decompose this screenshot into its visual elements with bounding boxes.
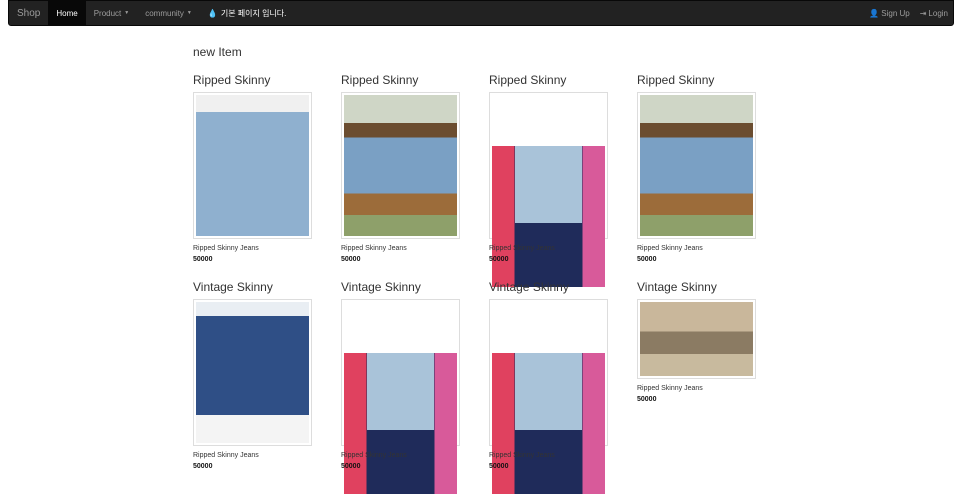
caret-down-icon: ▼	[186, 10, 192, 16]
nav-home[interactable]: Home	[48, 1, 86, 25]
nav-community-dropdown[interactable]: community ▼	[137, 1, 200, 25]
login-label: Login	[928, 8, 948, 18]
product-title[interactable]: Vintage Skinny	[193, 280, 318, 294]
nav-product-dropdown[interactable]: Product ▼	[86, 1, 138, 25]
product-name: Ripped Skinny Jeans	[341, 245, 407, 252]
product-thumbnail[interactable]	[341, 299, 460, 494]
brand-link[interactable]: Shop	[9, 1, 48, 25]
product-price: 50000	[193, 256, 213, 263]
product-card[interactable]: Vintage Skinny Ripped Skinny Jeans 50000	[193, 280, 318, 470]
product-name: Ripped Skinny Jeans	[193, 245, 259, 252]
product-price: 50000	[637, 256, 657, 263]
product-price: 50000	[489, 463, 509, 470]
product-image	[196, 302, 309, 443]
product-card[interactable]: Ripped Skinny Ripped Skinny Jeans 50000	[341, 73, 466, 263]
section-title: new Item	[193, 45, 242, 59]
login-icon: ⇥	[919, 8, 927, 18]
product-image	[344, 352, 457, 494]
product-image	[196, 95, 309, 236]
top-navbar: Shop Home Product ▼ community ▼ 💧 기본 페이지…	[8, 0, 954, 26]
product-card[interactable]: Vintage Skinny Ripped Skinny Jeans 50000	[637, 280, 762, 403]
product-card[interactable]: Ripped Skinny Ripped Skinny Jeans 50000	[489, 73, 614, 287]
product-card[interactable]: Ripped Skinny Ripped Skinny Jeans 50000	[193, 73, 318, 263]
product-thumbnail[interactable]	[193, 92, 312, 239]
product-title[interactable]: Ripped Skinny	[489, 73, 614, 87]
product-price: 50000	[193, 463, 213, 470]
user-icon: 👤	[869, 8, 880, 18]
product-thumbnail[interactable]	[341, 92, 460, 239]
product-title[interactable]: Vintage Skinny	[341, 280, 466, 294]
product-price: 50000	[489, 256, 509, 263]
product-name: Ripped Skinny Jeans	[193, 452, 259, 459]
nav-home-label: Home	[56, 8, 78, 18]
product-image	[640, 302, 753, 376]
signup-link[interactable]: 👤 Sign Up	[864, 1, 914, 25]
product-title[interactable]: Ripped Skinny	[637, 73, 762, 87]
product-name: Ripped Skinny Jeans	[637, 385, 703, 392]
product-name: Ripped Skinny Jeans	[489, 452, 555, 459]
nav-community-label: community	[145, 8, 184, 18]
nav-product-label: Product	[93, 8, 122, 18]
product-title[interactable]: Ripped Skinny	[193, 73, 318, 87]
product-name: Ripped Skinny Jeans	[341, 452, 407, 459]
login-link[interactable]: ⇥ Login	[915, 1, 953, 25]
product-card[interactable]: Vintage Skinny Ripped Skinny Jeans 50000	[341, 280, 466, 494]
product-thumbnail[interactable]	[489, 92, 608, 287]
product-card[interactable]: Ripped Skinny Ripped Skinny Jeans 50000	[637, 73, 762, 263]
tint-icon: 💧	[207, 8, 218, 18]
product-name: Ripped Skinny Jeans	[637, 245, 703, 252]
product-thumbnail[interactable]	[637, 299, 756, 379]
signup-label: Sign Up	[881, 8, 910, 18]
product-title[interactable]: Vintage Skinny	[637, 280, 762, 294]
product-image	[492, 145, 605, 287]
product-thumbnail[interactable]	[489, 299, 608, 494]
product-image	[640, 95, 753, 236]
nav-right: 👤 Sign Up ⇥ Login	[864, 1, 953, 25]
product-image	[492, 352, 605, 494]
caret-down-icon: ▼	[124, 10, 130, 16]
product-title[interactable]: Ripped Skinny	[341, 73, 466, 87]
product-image	[344, 95, 457, 236]
product-title[interactable]: Vintage Skinny	[489, 280, 614, 294]
notice-label: 기본 페이지 입니다.	[220, 8, 287, 18]
product-card[interactable]: Vintage Skinny Ripped Skinny Jeans 50000	[489, 280, 614, 494]
product-name: Ripped Skinny Jeans	[489, 245, 555, 252]
product-price: 50000	[341, 256, 361, 263]
product-thumbnail[interactable]	[193, 299, 312, 446]
notice-text: 💧 기본 페이지 입니다.	[200, 1, 295, 25]
product-price: 50000	[341, 463, 361, 470]
product-thumbnail[interactable]	[637, 92, 756, 239]
product-price: 50000	[637, 396, 657, 403]
